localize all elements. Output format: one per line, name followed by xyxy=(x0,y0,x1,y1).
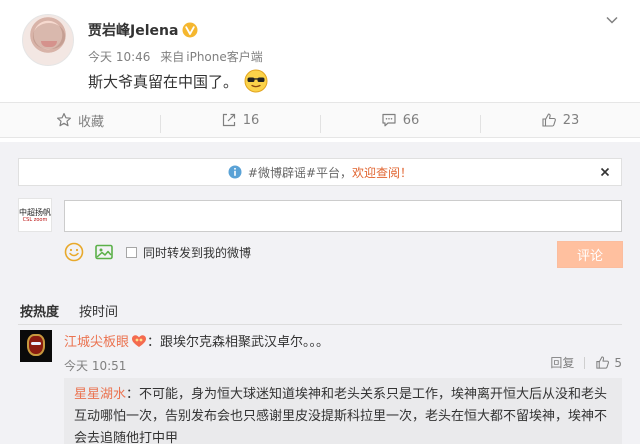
image-icon[interactable] xyxy=(94,242,114,262)
repost-button[interactable]: 16 xyxy=(160,112,320,133)
favorite-button[interactable]: 收藏 xyxy=(0,111,160,130)
comment-input[interactable] xyxy=(64,200,622,232)
repost-count: 16 xyxy=(242,112,260,128)
post-time[interactable]: 今天 10:46 xyxy=(88,50,150,64)
composer-tools: 同时转发到我的微博 xyxy=(64,242,251,262)
post-card: 贾岩峰Jelena 今天 10:46 来自 iPhone客户端 斯大爷真留在中国了… xyxy=(0,0,640,102)
reply-button[interactable]: 回复 xyxy=(550,354,574,371)
emoji-icon[interactable] xyxy=(64,242,84,262)
thumbs-up-icon xyxy=(596,356,610,369)
post-action-bar: 收藏 16 66 23 xyxy=(0,102,640,138)
thumbs-up-icon xyxy=(542,113,556,127)
post-source-prefix: 来自 xyxy=(160,50,185,64)
comment-text: ：跟埃尔克森相聚武汉卓尔。。。 xyxy=(147,335,330,350)
comment-actions: 回复 5 xyxy=(550,354,622,371)
fan-badge-icon xyxy=(132,334,147,347)
sub-reply-text: ：不可能，身为恒大球迷知道埃神和老头关系只是工作，埃神离开恒大后从没和老头互动哪… xyxy=(74,387,608,444)
repost-icon xyxy=(222,113,235,127)
comment-sort-tabs: 按热度 按时间 xyxy=(20,301,138,320)
submit-comment-button[interactable]: 评论 xyxy=(557,241,623,268)
star-icon xyxy=(56,113,71,127)
current-user-avatar: 中超扬帆 CSL zoom xyxy=(18,198,52,232)
sub-reply: 星星湖水：不可能，身为恒大球迷知道埃神和老头关系只是工作，埃神离开恒大后从没和老… xyxy=(64,378,622,444)
current-user-avatar-text: 中超扬帆 xyxy=(19,207,51,217)
comment-icon xyxy=(382,113,396,127)
chevron-down-icon xyxy=(606,16,618,24)
current-user-avatar-subtext: CSL zoom xyxy=(22,216,48,223)
author-avatar[interactable] xyxy=(22,14,74,66)
comment-user-avatar[interactable] xyxy=(20,330,52,362)
divider xyxy=(18,324,622,325)
tab-sort-by-hot[interactable]: 按热度 xyxy=(20,301,59,320)
like-count: 23 xyxy=(562,112,580,128)
comment-like-button[interactable]: 5 xyxy=(595,355,622,370)
comment-button[interactable]: 66 xyxy=(320,112,480,133)
post-content-row: 斯大爷真留在中国了。 xyxy=(88,69,268,93)
more-options-button[interactable] xyxy=(604,12,620,28)
post-content: 斯大爷真留在中国了。 xyxy=(88,72,239,91)
sync-repost-checkbox[interactable] xyxy=(126,246,137,258)
comment-line: 江城尖板眼 ：跟埃尔克森相聚武汉卓尔。。。 xyxy=(64,331,329,350)
sunglasses-emoji-icon xyxy=(244,69,268,93)
post-source: iPhone客户端 xyxy=(186,50,263,64)
comment-time: 今天 10:51 xyxy=(64,359,127,373)
comment-user-name[interactable]: 江城尖板眼 xyxy=(64,331,129,350)
close-icon xyxy=(600,167,610,177)
tip-text: #微博辟谣#平台， xyxy=(247,165,353,180)
author-row: 贾岩峰Jelena xyxy=(88,20,198,40)
info-icon xyxy=(228,165,242,179)
favorite-label: 收藏 xyxy=(77,114,104,130)
tab-sort-by-time[interactable]: 按时间 xyxy=(79,301,118,320)
tip-close-button[interactable] xyxy=(599,166,611,178)
sync-repost-label: 同时转发到我的微博 xyxy=(143,245,252,260)
author-name[interactable]: 贾岩峰Jelena xyxy=(88,20,178,40)
verified-badge-icon xyxy=(182,22,198,38)
weibo-post-page: 贾岩峰Jelena 今天 10:46 来自 iPhone客户端 斯大爷真留在中国了… xyxy=(0,0,640,444)
post-meta: 今天 10:46 来自 iPhone客户端 xyxy=(88,48,263,65)
sub-reply-user-name[interactable]: 星星湖水 xyxy=(74,387,126,402)
rumor-tip-bar: #微博辟谣#平台， 欢迎查阅！ xyxy=(18,158,622,186)
divider xyxy=(584,356,586,369)
like-post-button[interactable]: 23 xyxy=(480,112,640,133)
tip-link[interactable]: 欢迎查阅！ xyxy=(352,164,412,181)
comment-count: 66 xyxy=(402,112,420,128)
comment-like-count: 5 xyxy=(614,355,622,370)
